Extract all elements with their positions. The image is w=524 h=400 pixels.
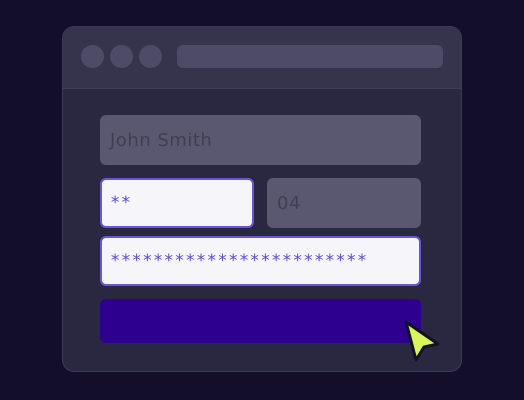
- address-bar[interactable]: [177, 45, 443, 68]
- submit-button[interactable]: [100, 299, 421, 343]
- mouse-pointer-icon: [404, 320, 440, 362]
- name-field[interactable]: John Smith: [100, 115, 421, 165]
- window-control-dot[interactable]: [139, 45, 162, 68]
- window-control-dot[interactable]: [81, 45, 104, 68]
- expiry-field[interactable]: 04: [267, 178, 421, 228]
- password-field[interactable]: ************************: [100, 236, 421, 286]
- card-number-field[interactable]: **: [100, 178, 254, 228]
- window-titlebar: [63, 27, 461, 89]
- window-control-dot[interactable]: [110, 45, 133, 68]
